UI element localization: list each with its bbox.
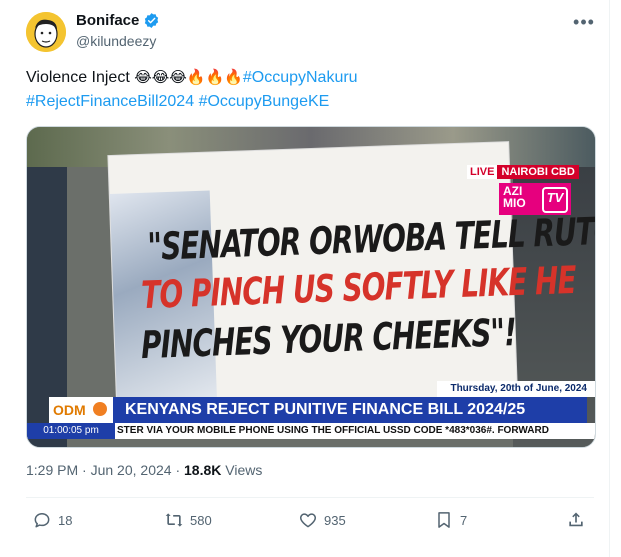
live-location: NAIROBI CBD	[497, 165, 579, 179]
author-name[interactable]: Boniface	[76, 12, 139, 29]
tweet-meta: 1:29 PM · Jun 20, 2024 · 18.8K Views	[26, 462, 262, 478]
tweet-text: Violence Inject 😂😂😂🔥🔥🔥#OccupyNakuru #Rej…	[26, 66, 586, 114]
reply-button[interactable]: 18	[32, 510, 72, 530]
like-count: 935	[324, 512, 346, 528]
share-icon	[569, 512, 583, 527]
hashtag-reject-finance-bill[interactable]: #RejectFinanceBill2024	[26, 93, 194, 110]
reply-count: 18	[58, 512, 73, 528]
live-location-tag: LIVE NAIROBI CBD	[467, 165, 579, 179]
tweet-date[interactable]: Jun 20, 2024	[91, 462, 172, 478]
channel-logo-tv: TV	[542, 187, 568, 213]
sponsor-logo-text: ODM	[53, 402, 86, 418]
share-button[interactable]	[566, 510, 586, 530]
news-headline: KENYANS REJECT PUNITIVE FINANCE BILL 202…	[113, 397, 587, 423]
views-count: 18.8K	[184, 462, 222, 478]
tweet-time[interactable]: 1:29 PM	[26, 462, 78, 478]
repost-button[interactable]: 580	[164, 510, 212, 530]
reply-icon	[34, 513, 50, 528]
avatar-portrait-icon	[26, 12, 66, 52]
heart-icon	[299, 513, 317, 528]
hashtag-occupy-bunge[interactable]: #OccupyBungeKE	[199, 93, 330, 110]
channel-logo: AZI MIO TV	[499, 183, 571, 215]
divider	[26, 497, 594, 498]
avatar[interactable]	[26, 12, 66, 52]
bookmark-button[interactable]: 7	[434, 510, 467, 530]
meta-separator: ·	[78, 462, 91, 478]
video-media[interactable]: "SENATOR ORWOBA TELL RUTO TO PINCH US SO…	[26, 126, 596, 448]
live-label: LIVE	[467, 165, 498, 179]
hashtag-occupy-nakuru[interactable]: #OccupyNakuru	[243, 69, 358, 86]
verified-badge-icon	[145, 13, 159, 28]
laughing-emoji-icons: 😂😂😂	[134, 69, 187, 86]
repost-count: 580	[190, 512, 212, 528]
like-button[interactable]: 935	[298, 510, 346, 530]
sponsor-logo: ODM	[49, 397, 113, 423]
more-options-icon[interactable]: •••	[572, 12, 596, 36]
bookmark-icon	[438, 512, 450, 528]
tweet-text-lead: Violence Inject	[26, 69, 135, 86]
orange-logo-icon	[93, 402, 107, 416]
author-name-row[interactable]: Boniface	[76, 12, 160, 29]
broadcast-clock: 01:00:05 pm	[27, 423, 115, 439]
broadcast-date: Thursday, 20th of June, 2024	[437, 381, 595, 397]
bookmark-count: 7	[460, 512, 468, 528]
author-handle[interactable]: @kilundeezy	[76, 33, 156, 49]
action-bar: 18 580 935 7	[26, 510, 594, 534]
news-ticker: STER VIA YOUR MOBILE PHONE USING THE OFF…	[115, 423, 595, 439]
meta-separator-2: ·	[171, 462, 185, 478]
views-label: Views	[221, 462, 263, 478]
repost-icon	[165, 513, 183, 527]
tweet-card: Boniface @kilundeezy ••• Violence Inject…	[0, 0, 610, 557]
fire-emoji-icons: 🔥🔥🔥	[186, 69, 243, 86]
